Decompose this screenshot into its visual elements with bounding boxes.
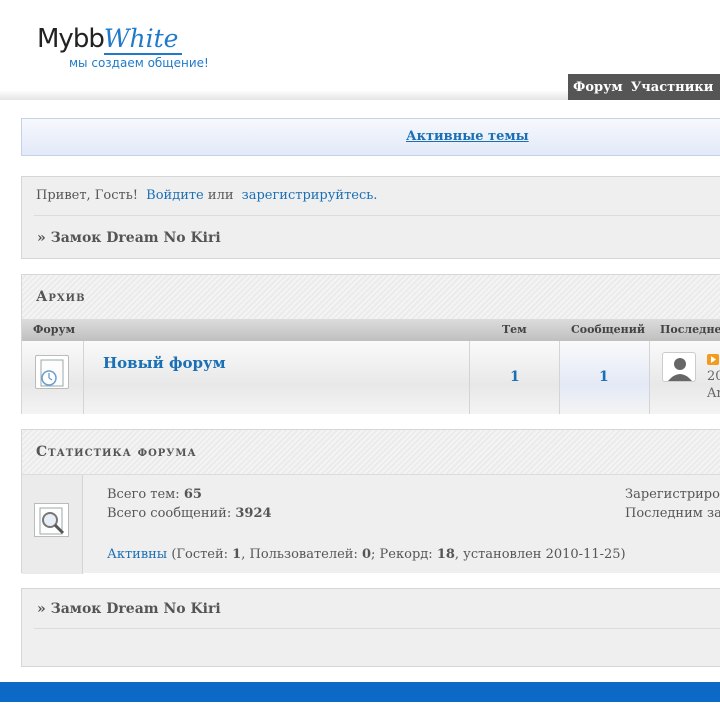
total-posts: Всего сообщений: 3924 [107,506,272,521]
online-line: Активны (Гостей: 1, Пользователей: 0; Ре… [107,547,626,562]
cell-divider [83,341,84,414]
total-topics: Всего тем: 65 [107,487,202,502]
last-registered: Последним за [625,506,720,521]
col-forum: Форум [33,323,76,336]
avatar[interactable] [662,352,696,382]
column-headers: Форум Тем Сообщений Последне [22,319,720,341]
cell-divider [649,341,650,414]
login-link[interactable]: Войдите [146,188,204,203]
forum-link[interactable]: Новый форум [103,354,226,372]
registered-users: Зарегистриро [625,487,720,502]
category-title: Архив [36,289,86,305]
active-users-link[interactable]: Активны [107,547,167,562]
stats-title: Статистика форума [36,444,197,460]
col-last-post: Последне [660,323,720,336]
register-link[interactable]: зарегистрируйтесь. [242,188,378,203]
logo-white: White [103,24,183,55]
site-header: MybbWhite мы создаем общение! Форум Учас… [0,0,720,100]
site-logo[interactable]: MybbWhite мы создаем общение! [37,24,209,70]
active-topics-link[interactable]: Активные темы [406,129,529,144]
greeting-text: Привет, Гость! [36,188,139,203]
last-post-date: 20 [707,369,720,384]
nav-forum[interactable]: Форум [573,80,623,95]
forum-stats: Статистика форума Всего тем: 65 Всего со… [21,429,720,574]
cell-divider [469,341,470,414]
total-posts-value: 3924 [235,506,272,521]
forum-row: Новый форум 1 1 20 An [22,341,720,414]
logo-mybb: Mybb [37,24,105,54]
posts-count: 1 [599,369,609,385]
last-post-icon[interactable] [707,354,719,365]
cell-divider [559,341,560,414]
total-topics-value: 65 [183,487,202,502]
topics-count: 1 [510,369,520,385]
breadcrumb[interactable]: » Замок Dream No Kiri [37,230,221,246]
stats-icon-cell [22,475,83,574]
col-posts: Сообщений [571,323,646,336]
breadcrumb-bottom[interactable]: » Замок Dream No Kiri [37,601,221,617]
col-topics: Тем [502,323,527,336]
welcome-panel: Привет, Гость! Войдите или зарегистрируй… [21,176,720,259]
stats-body: Всего тем: 65 Всего сообщений: 3924 Заре… [22,474,720,574]
active-topics-bar: Активные темы [21,118,720,156]
archive-category: Архив Форум Тем Сообщений Последне Новый… [21,274,720,414]
divider [34,215,720,216]
magnifier-icon [34,503,69,537]
welcome-line: Привет, Гость! Войдите или зарегистрируй… [36,188,377,203]
divider [34,628,720,629]
footer-bar [0,682,720,702]
logo-tagline: мы создаем общение! [69,56,209,70]
last-post-user[interactable]: An [707,386,720,401]
forum-status-icon [35,355,69,389]
bottom-panel: » Замок Dream No Kiri [21,588,720,667]
or-text: или [207,188,234,203]
nav-members[interactable]: Участники [631,80,714,95]
top-navigation: Форум Участники [568,74,720,100]
category-header-bg [22,275,720,319]
